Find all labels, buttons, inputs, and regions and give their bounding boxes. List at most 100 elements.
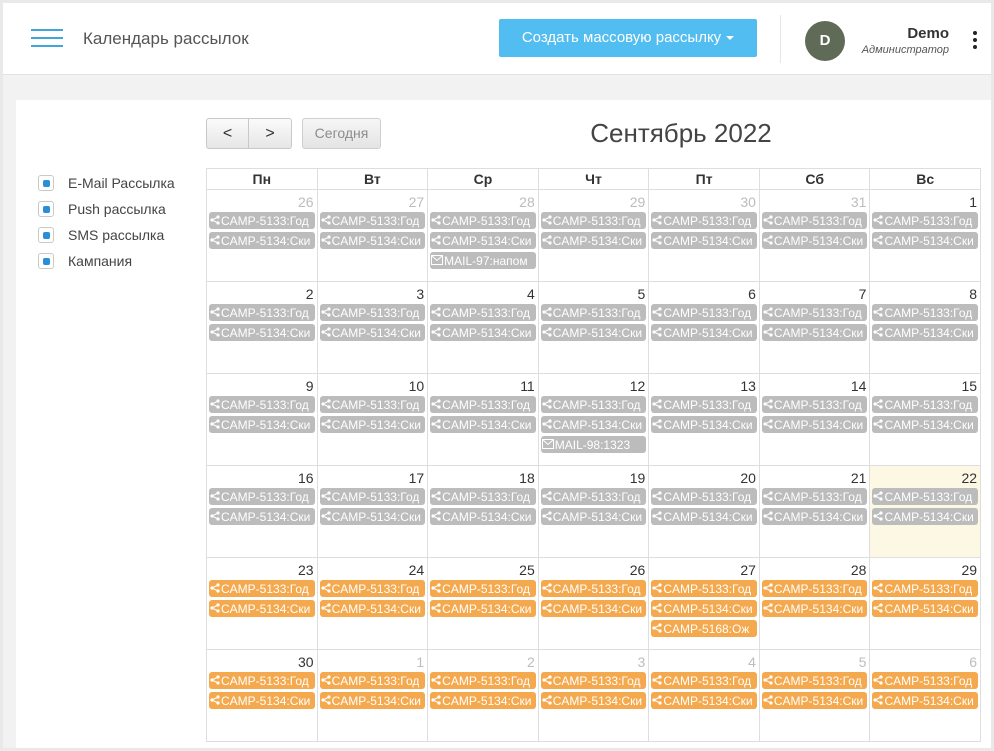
next-month-button[interactable]: > (249, 118, 292, 149)
day-number[interactable]: 9 (209, 377, 315, 396)
day-cell[interactable]: 1 CAMP-5133:Год CAMP-5134:Ски (870, 190, 982, 282)
day-cell[interactable]: 16 CAMP-5133:Год CAMP-5134:Ски (207, 466, 318, 558)
checkbox[interactable] (38, 175, 54, 191)
calendar-event[interactable]: CAMP-5134:Ски (319, 324, 426, 341)
day-cell[interactable]: 20 CAMP-5133:Год CAMP-5134:Ски (649, 466, 760, 558)
day-cell[interactable]: 9 CAMP-5133:Год CAMP-5134:Ски (207, 374, 318, 466)
calendar-event[interactable]: CAMP-5134:Ски (430, 324, 536, 341)
day-cell[interactable]: 1 CAMP-5133:Год CAMP-5134:Ски (317, 650, 429, 742)
day-number[interactable]: 2 (430, 653, 536, 672)
calendar-event[interactable]: CAMP-5133:Год (540, 212, 647, 229)
day-number[interactable]: 14 (762, 377, 868, 396)
calendar-event[interactable]: CAMP-5134:Ски (872, 416, 979, 433)
calendar-event[interactable]: CAMP-5133:Год (540, 672, 647, 689)
day-number[interactable]: 12 (541, 377, 647, 396)
calendar-event[interactable]: CAMP-5134:Ски (209, 232, 315, 249)
calendar-event[interactable]: CAMP-5134:Ски (651, 692, 757, 709)
calendar-event[interactable]: CAMP-5134:Ски (430, 692, 536, 709)
more-vertical-icon[interactable] (972, 31, 978, 51)
checkbox[interactable] (38, 201, 54, 217)
day-cell[interactable]: 7 CAMP-5133:Год CAMP-5134:Ски (759, 282, 871, 374)
day-number[interactable]: 10 (320, 377, 426, 396)
calendar-event[interactable]: CAMP-5133:Год (651, 672, 757, 689)
menu-icon[interactable] (31, 27, 63, 49)
calendar-event[interactable]: CAMP-5134:Ски (872, 508, 979, 525)
calendar-event[interactable]: CAMP-5133:Год (209, 396, 315, 413)
calendar-event[interactable]: CAMP-5134:Ски (761, 324, 868, 341)
calendar-event[interactable]: CAMP-5133:Год (761, 396, 868, 413)
day-number[interactable]: 17 (320, 469, 426, 488)
calendar-event[interactable]: CAMP-5134:Ски (209, 416, 315, 433)
day-cell[interactable]: 13 CAMP-5133:Год CAMP-5134:Ски (649, 374, 760, 466)
day-number[interactable]: 19 (541, 469, 647, 488)
day-cell[interactable]: 26 CAMP-5133:Год CAMP-5134:Ски (538, 558, 650, 650)
day-number[interactable]: 1 (320, 653, 426, 672)
day-number[interactable]: 7 (762, 285, 868, 304)
calendar-event[interactable]: CAMP-5133:Год (872, 580, 979, 597)
day-number[interactable]: 28 (430, 193, 536, 212)
calendar-event[interactable]: CAMP-5134:Ски (651, 600, 757, 617)
calendar-event[interactable]: CAMP-5134:Ски (761, 692, 868, 709)
legend-item-campaign[interactable]: Кампания (38, 248, 175, 274)
calendar-event[interactable]: CAMP-5133:Год (540, 580, 647, 597)
calendar-event[interactable]: CAMP-5133:Год (872, 396, 979, 413)
calendar-event[interactable]: CAMP-5133:Год (651, 304, 757, 321)
calendar-event[interactable]: CAMP-5134:Ски (430, 508, 536, 525)
calendar-event[interactable]: CAMP-5134:Ски (430, 416, 536, 433)
day-number[interactable]: 26 (209, 193, 315, 212)
day-number[interactable]: 28 (762, 561, 868, 580)
day-cell[interactable]: 31 CAMP-5133:Год CAMP-5134:Ски (759, 190, 871, 282)
calendar-event[interactable]: CAMP-5134:Ски (540, 600, 647, 617)
calendar-event[interactable]: CAMP-5134:Ски (209, 692, 315, 709)
calendar-event[interactable]: CAMP-5133:Год (540, 396, 647, 413)
day-cell[interactable]: 3 CAMP-5133:Год CAMP-5134:Ски (317, 282, 429, 374)
calendar-event[interactable]: CAMP-5134:Ски (872, 232, 979, 249)
calendar-event[interactable]: CAMP-5134:Ски (430, 232, 536, 249)
day-cell[interactable]: 25 CAMP-5133:Год CAMP-5134:Ски (428, 558, 539, 650)
calendar-event[interactable]: CAMP-5134:Ски (319, 232, 426, 249)
day-cell[interactable]: 29 CAMP-5133:Год CAMP-5134:Ски (870, 558, 982, 650)
day-cell[interactable]: 29 CAMP-5133:Год CAMP-5134:Ски (538, 190, 650, 282)
day-number[interactable]: 5 (541, 285, 647, 304)
day-cell[interactable]: 23 CAMP-5133:Год CAMP-5134:Ски (207, 558, 318, 650)
calendar-event[interactable]: CAMP-5133:Год (319, 304, 426, 321)
calendar-event[interactable]: CAMP-5133:Год (430, 304, 536, 321)
day-cell[interactable]: 6 CAMP-5133:Год CAMP-5134:Ски (649, 282, 760, 374)
day-number[interactable]: 20 (651, 469, 757, 488)
day-number[interactable]: 1 (872, 193, 978, 212)
day-cell[interactable]: 10 CAMP-5133:Год CAMP-5134:Ски (317, 374, 429, 466)
calendar-event[interactable]: CAMP-5134:Ски (319, 600, 426, 617)
calendar-event[interactable]: CAMP-5134:Ски (651, 232, 757, 249)
day-number[interactable]: 27 (651, 561, 757, 580)
calendar-event[interactable]: CAMP-5134:Ски (651, 508, 757, 525)
day-number[interactable]: 11 (430, 377, 536, 396)
prev-month-button[interactable]: < (206, 118, 249, 149)
day-number[interactable]: 6 (651, 285, 757, 304)
avatar[interactable]: D (805, 21, 845, 61)
calendar-event[interactable]: CAMP-5133:Год (540, 304, 647, 321)
day-cell[interactable]: 8 CAMP-5133:Год CAMP-5134:Ски (870, 282, 982, 374)
day-number[interactable]: 31 (762, 193, 868, 212)
calendar-event[interactable]: CAMP-5133:Год (651, 396, 757, 413)
calendar-event[interactable]: CAMP-5133:Год (209, 488, 315, 505)
day-number[interactable]: 8 (872, 285, 978, 304)
calendar-event[interactable]: CAMP-5133:Год (209, 580, 315, 597)
calendar-event[interactable]: CAMP-5168:Ож (651, 620, 757, 637)
day-number[interactable]: 4 (430, 285, 536, 304)
calendar-event[interactable]: CAMP-5133:Год (430, 672, 536, 689)
calendar-event[interactable]: CAMP-5133:Год (761, 304, 868, 321)
day-number[interactable]: 16 (209, 469, 315, 488)
day-number[interactable]: 5 (762, 653, 868, 672)
day-number[interactable]: 26 (541, 561, 647, 580)
day-number[interactable]: 3 (541, 653, 647, 672)
user-name[interactable]: Demo (863, 25, 949, 42)
day-cell[interactable]: 12 CAMP-5133:Год CAMP-5134:Ски MAIL-98:1323 (538, 374, 650, 466)
day-cell[interactable]: 5 CAMP-5133:Год CAMP-5134:Ски (759, 650, 871, 742)
calendar-event[interactable]: CAMP-5133:Год (761, 488, 868, 505)
day-number[interactable]: 25 (430, 561, 536, 580)
create-mass-mailing-button[interactable]: Создать массовую рассылку (499, 19, 757, 57)
day-cell[interactable]: 30 CAMP-5133:Год CAMP-5134:Ски (649, 190, 760, 282)
calendar-event[interactable]: CAMP-5134:Ски (761, 416, 868, 433)
calendar-event[interactable]: CAMP-5133:Год (430, 396, 536, 413)
calendar-event[interactable]: MAIL-98:1323 (540, 436, 647, 453)
